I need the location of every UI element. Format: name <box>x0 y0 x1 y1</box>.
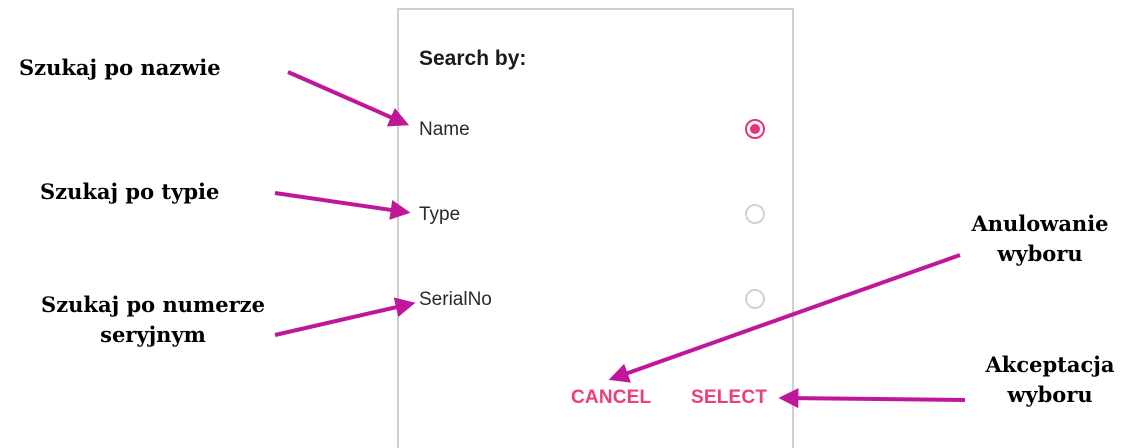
annotation-cancel: Anulowanie wyboru <box>940 209 1140 269</box>
arrow-name <box>287 70 410 127</box>
annotation-cancel-line1: Anulowanie <box>971 211 1109 236</box>
arrow-select <box>778 388 966 409</box>
arrow-type <box>274 191 411 220</box>
annotation-select: Akceptacja wyboru <box>960 350 1140 410</box>
annotation-search-name: Szukaj po nazwie <box>19 55 221 80</box>
annotation-serial-line2: seryjnym <box>100 322 206 347</box>
arrow-cancel <box>608 253 961 383</box>
annotation-select-line2: wyboru <box>1007 382 1093 407</box>
annotation-serial-line1: Szukaj po numerze <box>41 292 265 317</box>
annotation-search-serial: Szukaj po numerze seryjnym <box>13 290 293 350</box>
annotation-cancel-line2: wyboru <box>997 241 1083 266</box>
annotation-select-line1: Akceptacja <box>985 352 1115 377</box>
annotation-search-type: Szukaj po typie <box>40 179 220 204</box>
arrow-serialno <box>274 297 416 337</box>
